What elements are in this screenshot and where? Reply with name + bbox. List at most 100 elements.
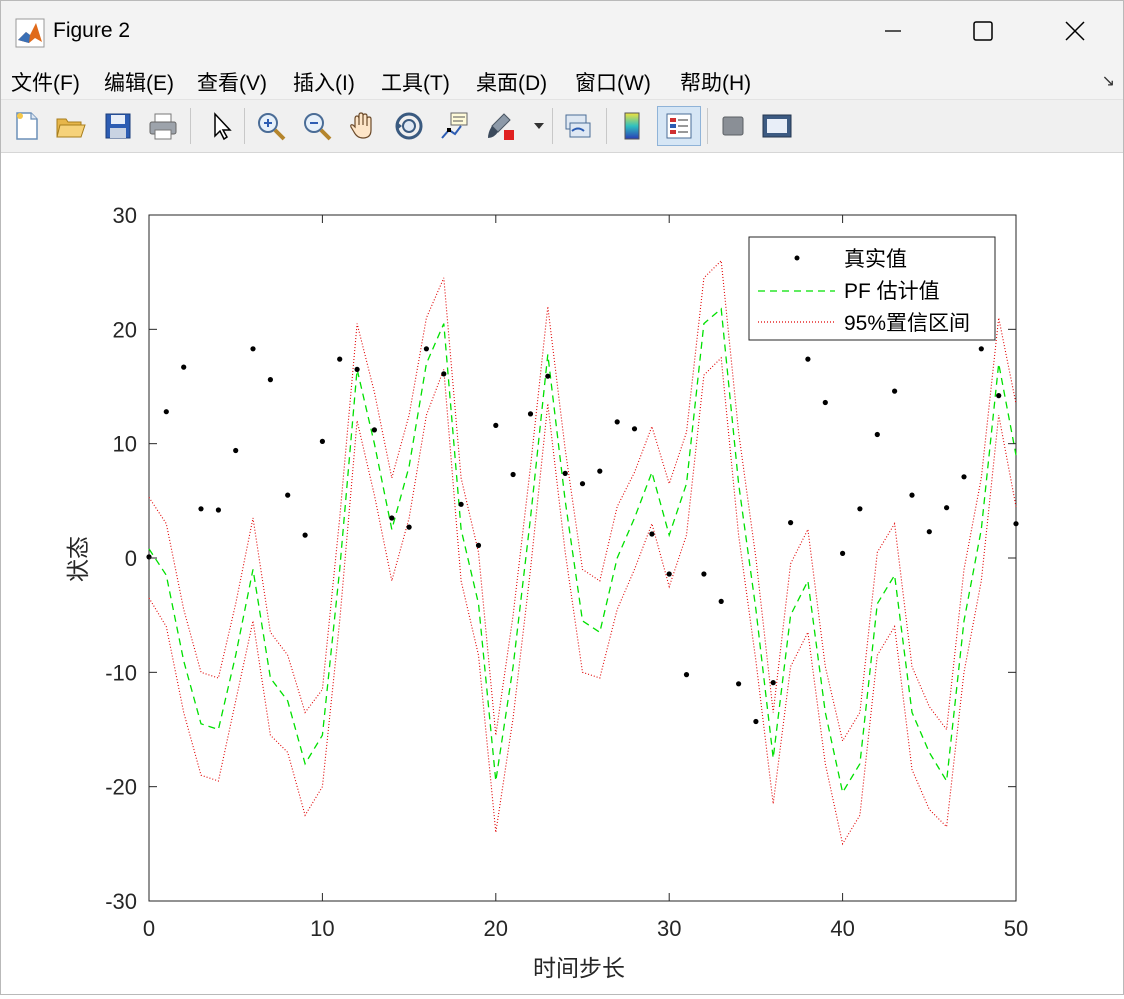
menu-insert[interactable]: 插入(I) [293,67,355,97]
legend-true-label: 真实值 [844,248,907,271]
close-icon [1065,21,1085,41]
zoom-in-button[interactable] [252,106,290,146]
maximize-icon [973,21,993,41]
true-value-point [683,672,690,678]
insert-legend-button[interactable] [657,106,701,146]
hide-plot-tools-button[interactable] [714,106,752,146]
true-value-point [579,481,586,487]
true-value-point [892,388,898,394]
new-figure-icon [16,112,38,140]
y-tick-label: -30 [105,889,137,914]
true-value-point [181,364,187,370]
edit-plot-button[interactable] [201,106,239,146]
y-tick-label: -10 [105,660,137,685]
open-file-icon [56,118,86,138]
true-value-point [493,422,499,428]
true-value-point [423,346,429,352]
true-value-point [961,474,967,480]
true-value-point [822,399,828,406]
maximize-button[interactable] [937,1,1029,61]
link-plot-button[interactable] [559,106,597,146]
brush-button[interactable] [482,106,520,146]
legend-pf-label: PF 估计值 [844,280,940,303]
true-value-point [146,554,152,560]
true-value-point [354,366,360,372]
zoom-out-icon [304,113,332,141]
pointer-arrow-icon [214,112,232,141]
print-button[interactable] [144,106,182,146]
plot-area[interactable]: 0 10 20 30 40 50 30 20 10 0 -10 -20 -30 时间步长 状态 真实值 … [1,153,1123,994]
true-value-point [319,438,325,444]
dock-figure-icon[interactable]: ↘ [1102,71,1115,91]
true-value-point [406,524,412,530]
true-value-point [441,371,447,377]
new-figure-button[interactable] [8,106,46,146]
true-value-point [545,373,551,379]
true-value-point [302,532,308,538]
legend-icon [666,113,692,139]
data-cursor-button[interactable] [436,106,474,146]
true-value-point [198,506,204,512]
true-value-point [389,515,395,521]
true-value-point [562,470,568,476]
link-plot-icon [565,114,591,138]
true-value-point [666,571,672,577]
close-button[interactable] [1029,1,1121,61]
true-value-point [510,471,516,478]
true-value-point [701,571,707,577]
true-value-point [597,468,603,474]
true-value-point [840,550,846,556]
window-title: Figure 2 [53,19,131,42]
save-button[interactable] [99,106,137,146]
minimize-button[interactable] [847,1,939,61]
x-tick-label: 10 [310,916,334,941]
toolbar-separator [244,108,245,144]
legend-ci-label: 95%置信区间 [844,312,970,335]
legend-true-marker [794,255,800,261]
open-file-button[interactable] [52,106,90,146]
true-value-point [736,681,742,687]
toolbar-separator [606,108,607,144]
true-value-point [857,506,863,512]
insert-colorbar-button[interactable] [613,106,651,146]
menu-help[interactable]: 帮助(H) [680,67,751,97]
true-value-point [788,520,794,526]
hide-plot-tools-icon [722,116,744,136]
menu-desktop[interactable]: 桌面(D) [476,67,547,97]
true-value-point [909,492,915,498]
zoom-out-button[interactable] [298,106,336,146]
true-value-point [215,507,221,513]
true-value-point [770,680,776,686]
menu-tools[interactable]: 工具(T) [381,67,450,97]
true-value-point [475,542,482,548]
menu-edit[interactable]: 编辑(E) [104,67,174,97]
legend[interactable]: 真实值 PF 估计值 95%置信区间 [748,236,996,341]
rotate-3d-button[interactable] [390,106,428,146]
true-value-point [944,505,950,511]
true-value-point [753,718,759,725]
colorbar-icon [624,112,640,140]
show-plot-tools-button[interactable] [758,106,796,146]
y-tick-label: 10 [113,432,137,457]
true-value-point [267,377,273,383]
y-tick-label: 30 [113,203,137,228]
brush-icon [488,113,514,140]
true-value-point [527,411,534,417]
y-tick-label: 20 [113,317,137,342]
menu-file[interactable]: 文件(F) [11,67,80,97]
true-value-point [631,426,638,432]
toolbar-separator [190,108,191,144]
title-bar[interactable]: Figure 2 [1,1,1123,61]
true-value-point [371,427,377,433]
menu-window[interactable]: 窗口(W) [575,67,651,97]
figure-toolbar [1,100,1123,153]
matlab-logo-icon [15,18,45,48]
figure-window: Figure 2 文件(F) 编辑(E) 查看(V) 插入(I) 工具(T) 桌… [0,0,1124,995]
brush-dropdown-button[interactable] [529,106,549,146]
true-value-point [458,501,464,507]
x-tick-label: 30 [657,916,681,941]
true-value-point [285,492,291,498]
pan-button[interactable] [344,106,382,146]
menu-view[interactable]: 查看(V) [197,67,267,97]
toolbar-separator [552,108,553,144]
